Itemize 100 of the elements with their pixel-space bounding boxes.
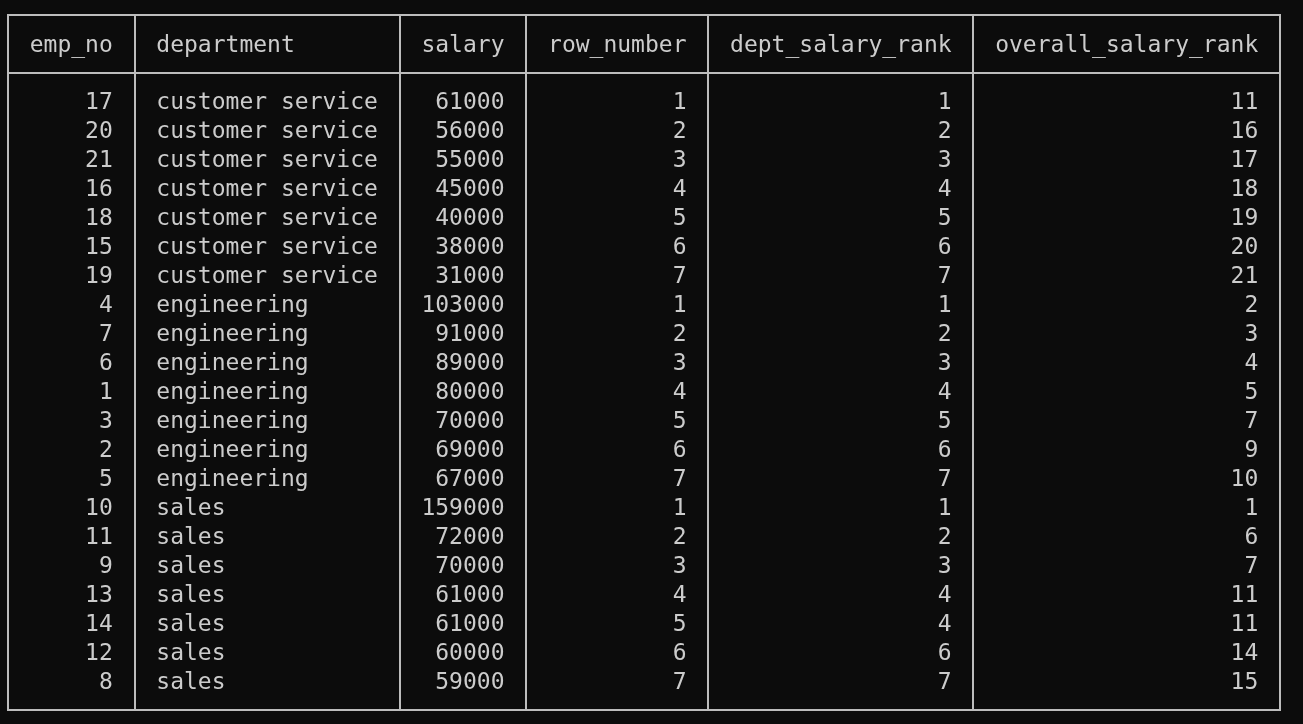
table-cell: 31000 [435,262,505,288]
table-cell: 7 [1244,407,1259,433]
table-cell: 2 [98,436,113,462]
column-header: department [156,31,295,57]
table-cell: 1 [672,494,687,520]
table-cell: 2 [1244,291,1259,317]
table-cell: 2 [672,523,687,549]
table-cell: 2 [937,320,952,346]
table-cell: 15 [85,233,113,259]
table-cell: 38000 [435,233,505,259]
table-cell: sales [156,668,226,694]
column-header: overall_salary_rank [995,31,1259,57]
table-cell: 5 [672,407,687,433]
table-cell: 5 [98,465,113,491]
table-cell: 11 [1230,610,1259,636]
table-cell: 6 [937,436,952,462]
table-cell: 19 [1230,204,1259,230]
table-cell: 17 [1230,146,1259,172]
table-cell: 3 [1244,320,1259,346]
table-cell: 13 [85,581,113,607]
table-cell: 5 [937,204,952,230]
table-cell: 1 [1244,494,1259,520]
table-cell: customer service [156,233,378,259]
table-cell: 60000 [435,639,505,665]
table-cell: customer service [156,262,378,288]
table-cell: 15 [1230,668,1259,694]
table-cell: 6 [1244,523,1259,549]
table-cell: 4 [672,175,687,201]
table-cell: engineering [156,349,309,375]
table-cell: 69000 [435,436,505,462]
table-cell: 3 [672,349,687,375]
table-cell: 4 [937,581,952,607]
table-cell: engineering [156,465,309,491]
table-cell: 3 [98,407,113,433]
table-cell: 1 [98,378,113,404]
table-cell: 6 [672,436,687,462]
table-cell: 6 [937,639,952,665]
table-cell: 159000 [421,494,505,520]
table-cell: 20 [85,117,113,143]
table-cell: 2 [672,117,687,143]
table-cell: 6 [937,233,952,259]
table-cell: 7 [672,668,687,694]
table-cell: 70000 [435,407,505,433]
table-cell: 20 [1230,233,1259,259]
table-cell: sales [156,639,226,665]
table-cell: 1 [672,291,687,317]
table-cell: 56000 [435,117,505,143]
table-cell: 80000 [435,378,505,404]
table-cell: 18 [85,204,113,230]
table-cell: 67000 [435,465,505,491]
table-cell: 11 [1230,88,1259,114]
table-cell: 59000 [435,668,505,694]
table-cell: 103000 [421,291,505,317]
table-cell: 4 [672,378,687,404]
table-cell: 4 [937,175,952,201]
table-cell: sales [156,494,226,520]
table-cell: 7 [672,465,687,491]
table-cell: 3 [937,552,952,578]
table-cell: 9 [98,552,113,578]
table-cell: 21 [85,146,113,172]
table-cell: 11 [1230,581,1259,607]
table-cell: 7 [937,668,952,694]
table-cell: 61000 [435,88,505,114]
table-cell: 12 [85,639,113,665]
table-cell: 3 [937,146,952,172]
table-cell: 18 [1230,175,1259,201]
table-cell: 6 [672,639,687,665]
table-cell: 72000 [435,523,505,549]
table-cell: 11 [85,523,113,549]
table-cell: 14 [1230,639,1259,665]
table-cell: 16 [1230,117,1259,143]
table-cell: 5 [672,610,687,636]
table-cell: customer service [156,175,378,201]
table-cell: 10 [1230,465,1259,491]
column-header: salary [421,31,505,57]
table-cell: 1 [672,88,687,114]
table-cell: engineering [156,436,309,462]
table-cell: 1 [937,291,952,317]
table-cell: sales [156,610,226,636]
table-cell: 55000 [435,146,505,172]
table-cell: 10 [85,494,113,520]
table-cell: 9 [1244,436,1259,462]
table-cell: customer service [156,88,378,114]
table-cell: 5 [672,204,687,230]
table-cell: 45000 [435,175,505,201]
table-cell: 21 [1230,262,1259,288]
table-cell: 8 [98,668,113,694]
table-cell: 61000 [435,581,505,607]
table-cell: customer service [156,146,378,172]
table-cell: customer service [156,117,378,143]
table-cell: 89000 [435,349,505,375]
table-cell: 7 [672,262,687,288]
table-cell: engineering [156,320,309,346]
table-cell: 6 [98,349,113,375]
table-cell: 2 [672,320,687,346]
table-cell: 14 [85,610,113,636]
table-cell: 17 [85,88,113,114]
column-header: emp_no [29,31,113,57]
table-cell: 7 [937,262,952,288]
table-cell: 7 [937,465,952,491]
